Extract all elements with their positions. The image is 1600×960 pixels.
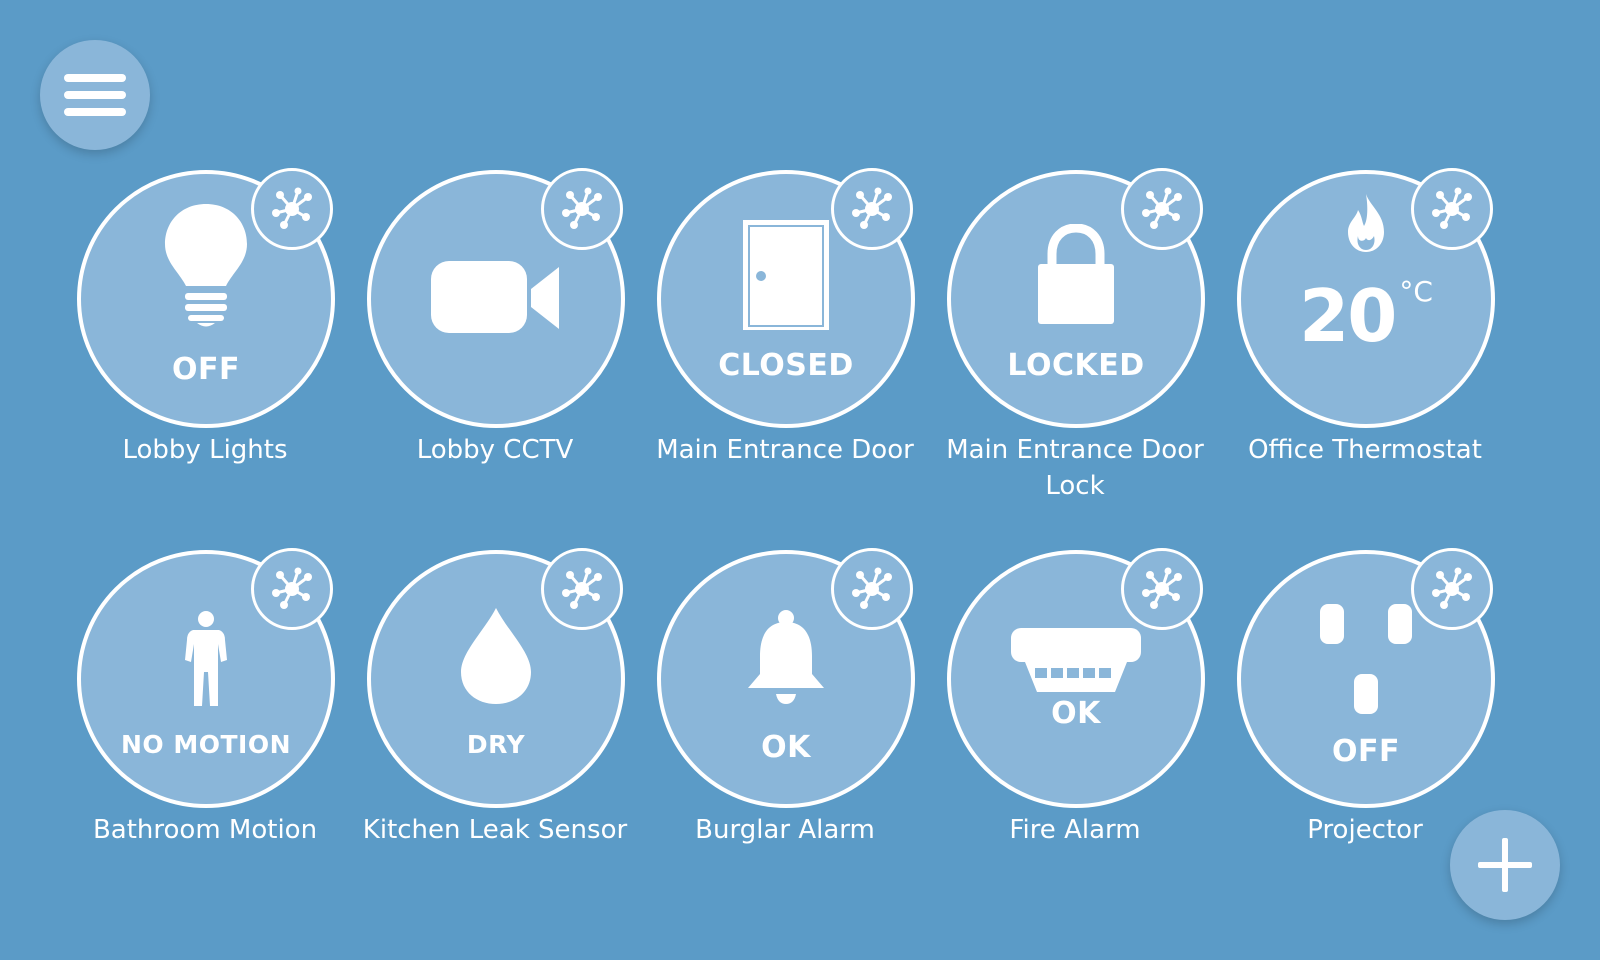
network-hub-icon bbox=[562, 187, 602, 229]
hub-button[interactable] bbox=[541, 168, 623, 250]
status-label: DRY bbox=[466, 730, 526, 759]
device-name: Lobby Lights bbox=[122, 435, 288, 465]
door-icon bbox=[743, 220, 829, 330]
power-outlet-icon bbox=[1320, 604, 1412, 714]
network-hub-icon bbox=[562, 567, 602, 609]
hub-button[interactable] bbox=[251, 168, 333, 250]
device-tile-main-entrance-door: CLOSED Main Entrance Door bbox=[635, 168, 935, 530]
lightbulb-icon bbox=[165, 204, 247, 327]
device-name: Fire Alarm bbox=[1009, 815, 1141, 845]
device-tile-kitchen-leak-sensor: DRY Kitchen Leak Sensor bbox=[345, 548, 645, 910]
status-label: OK bbox=[1051, 696, 1101, 731]
device-name: Kitchen Leak Sensor bbox=[362, 815, 628, 845]
device-tile-office-thermostat: 20 °C Office Thermostat bbox=[1215, 168, 1515, 530]
status-label: CLOSED bbox=[718, 348, 854, 383]
bell-icon bbox=[748, 610, 824, 704]
hub-button[interactable] bbox=[1121, 168, 1203, 250]
status-label: OFF bbox=[172, 352, 240, 387]
network-hub-icon bbox=[1432, 187, 1472, 229]
network-hub-icon bbox=[272, 567, 312, 609]
network-hub-icon bbox=[1432, 567, 1472, 609]
device-name: Main Entrance Door bbox=[656, 435, 914, 465]
hamburger-menu-icon bbox=[64, 74, 126, 116]
device-tile-fire-alarm: OK Fire Alarm bbox=[925, 548, 1225, 910]
device-tile-bathroom-motion: NO MOTION Bathroom Motion bbox=[55, 548, 355, 910]
status-label: NO MOTION bbox=[120, 730, 292, 759]
network-hub-icon bbox=[272, 187, 312, 229]
hub-button[interactable] bbox=[831, 168, 913, 250]
padlock-icon bbox=[1038, 224, 1114, 324]
device-tile-lobby-lights: OFF Lobby Lights bbox=[55, 168, 355, 530]
add-device-button[interactable] bbox=[1450, 810, 1560, 920]
network-hub-icon bbox=[852, 567, 892, 609]
hub-button[interactable] bbox=[831, 548, 913, 630]
hub-button[interactable] bbox=[1411, 168, 1493, 250]
smoke-detector-icon bbox=[1011, 628, 1141, 692]
device-name: Main Entrance Door Lock bbox=[946, 435, 1204, 501]
device-tile-burglar-alarm: OK Burglar Alarm bbox=[635, 548, 935, 910]
device-tile-main-entrance-door-lock: LOCKED Main Entrance Door Lock bbox=[925, 168, 1225, 530]
device-name: Burglar Alarm bbox=[695, 815, 875, 845]
status-label: LOCKED bbox=[1007, 348, 1145, 383]
device-name: Office Thermostat bbox=[1248, 435, 1482, 465]
device-tile-lobby-cctv: Lobby CCTV bbox=[345, 168, 645, 530]
flame-icon bbox=[1348, 194, 1384, 252]
temperature-readout: 20 °C bbox=[1241, 274, 1491, 358]
status-label: OFF bbox=[1332, 734, 1400, 769]
hub-button[interactable] bbox=[1121, 548, 1203, 630]
device-name: Lobby CCTV bbox=[416, 435, 574, 465]
menu-button[interactable] bbox=[40, 40, 150, 150]
hub-button[interactable] bbox=[251, 548, 333, 630]
network-hub-icon bbox=[852, 187, 892, 229]
water-drop-icon bbox=[461, 608, 531, 704]
person-icon bbox=[185, 611, 227, 706]
plus-icon bbox=[1478, 838, 1532, 892]
temperature-unit: °C bbox=[1399, 275, 1433, 308]
device-name: Bathroom Motion bbox=[92, 815, 318, 845]
video-camera-icon bbox=[431, 261, 559, 333]
network-hub-icon bbox=[1142, 187, 1182, 229]
hub-button[interactable] bbox=[1411, 548, 1493, 630]
status-label: OK bbox=[761, 730, 811, 765]
hub-button[interactable] bbox=[541, 548, 623, 630]
temperature-value: 20 bbox=[1299, 274, 1397, 358]
network-hub-icon bbox=[1142, 567, 1182, 609]
